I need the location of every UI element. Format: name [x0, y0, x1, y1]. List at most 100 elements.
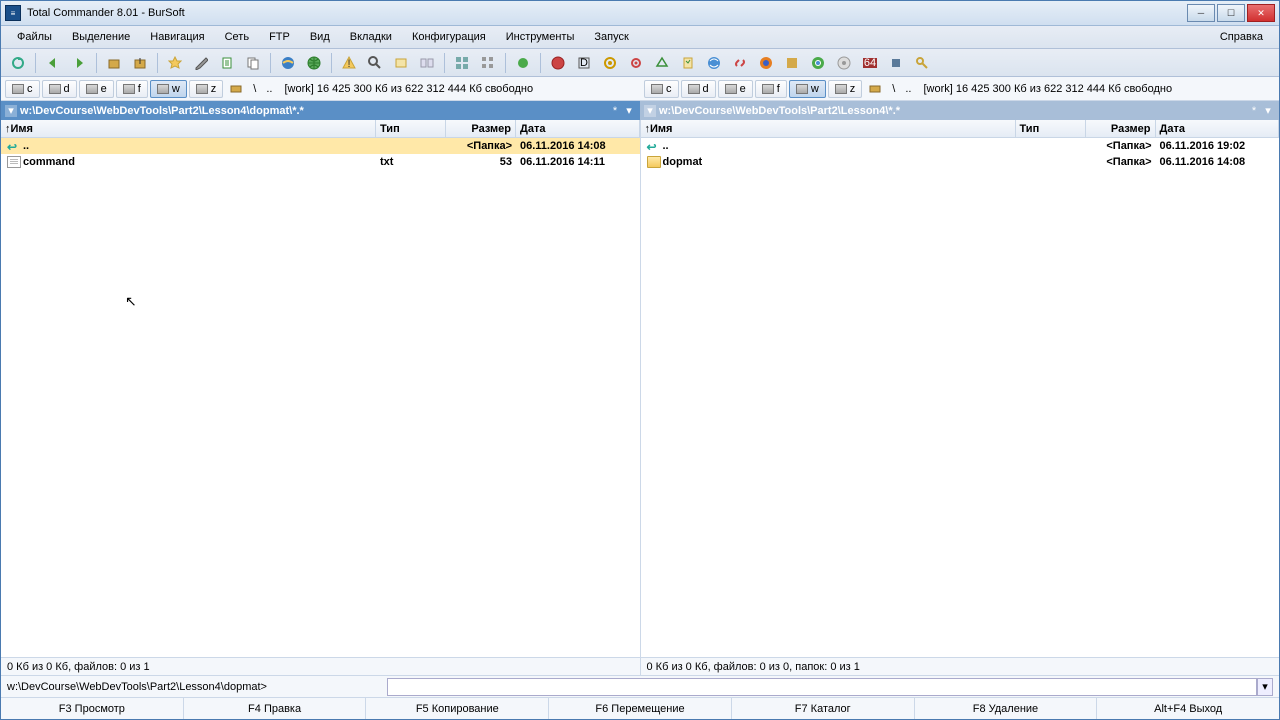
f8-button[interactable]: F8 Удаление: [915, 698, 1098, 719]
disk-icon[interactable]: [833, 52, 855, 74]
path-header-left[interactable]: ▾w:\DevCourse\WebDevTools\Part2\Lesson4\…: [1, 101, 640, 120]
drive-z[interactable]: z: [189, 80, 224, 98]
right-file-list[interactable]: ..<Папка>06.11.2016 19:02dopmat<Папка>06…: [641, 138, 1280, 657]
drive-d[interactable]: d: [42, 80, 77, 98]
f5-button[interactable]: F5 Копирование: [366, 698, 549, 719]
minimize-button[interactable]: ─: [1187, 4, 1215, 22]
close-button[interactable]: ✕: [1247, 4, 1275, 22]
path-header-right[interactable]: ▾w:\DevCourse\WebDevTools\Part2\Lesson4\…: [640, 101, 1279, 120]
menu-ftp[interactable]: FTP: [259, 28, 300, 46]
drive-f[interactable]: f: [116, 80, 148, 98]
col-type-r[interactable]: Тип: [1016, 120, 1086, 137]
ftp-icon[interactable]: [547, 52, 569, 74]
drive-f-r[interactable]: f: [755, 80, 787, 98]
col-type[interactable]: Тип: [376, 120, 446, 137]
target-icon[interactable]: [599, 52, 621, 74]
back-icon[interactable]: [42, 52, 64, 74]
x64-icon[interactable]: 64: [859, 52, 881, 74]
menu-start[interactable]: Запуск: [584, 28, 638, 46]
gear-icon[interactable]: [625, 52, 647, 74]
path-right: w:\DevCourse\WebDevTools\Part2\Lesson4\*…: [659, 105, 1247, 117]
col-date[interactable]: Дата: [516, 120, 640, 137]
col-size-r[interactable]: Размер: [1086, 120, 1156, 137]
d-icon[interactable]: D: [573, 52, 595, 74]
drive-menu-icon[interactable]: [225, 78, 247, 100]
menu-help[interactable]: Справка: [1210, 28, 1273, 46]
path-star-right[interactable]: *: [1247, 105, 1261, 117]
globe-icon[interactable]: [303, 52, 325, 74]
menu-files[interactable]: Файлы: [7, 28, 62, 46]
copy-icon[interactable]: [242, 52, 264, 74]
col-name[interactable]: ↑Имя: [1, 120, 376, 137]
record-icon[interactable]: [512, 52, 534, 74]
drive-e[interactable]: e: [79, 80, 114, 98]
file-row[interactable]: dopmat<Папка>06.11.2016 14:08: [641, 154, 1280, 170]
menu-tools[interactable]: Инструменты: [496, 28, 585, 46]
f6-button[interactable]: F6 Перемещение: [549, 698, 732, 719]
link-icon[interactable]: [729, 52, 751, 74]
path-dropdown-icon[interactable]: ▾: [5, 105, 17, 117]
edit-icon[interactable]: [190, 52, 212, 74]
command-history-icon[interactable]: ▾: [1257, 678, 1273, 696]
col-name-r[interactable]: ↑Имя: [641, 120, 1016, 137]
path-chevron-right[interactable]: ▾: [1261, 104, 1275, 117]
tree-icon[interactable]: [477, 52, 499, 74]
up-icon: [7, 140, 21, 152]
favorite-icon[interactable]: [164, 52, 186, 74]
firefox-icon[interactable]: [755, 52, 777, 74]
menu-navigation[interactable]: Навигация: [140, 28, 214, 46]
menu-view[interactable]: Вид: [300, 28, 340, 46]
drive-bar-right: c d e f w z \.. [work] 16 425 300 Кб из …: [640, 77, 1279, 100]
drive-w-r[interactable]: w: [789, 80, 826, 98]
file-row[interactable]: ..<Папка>06.11.2016 19:02: [641, 138, 1280, 154]
world-icon[interactable]: [703, 52, 725, 74]
sync-icon[interactable]: [416, 52, 438, 74]
svg-text:D: D: [580, 57, 588, 69]
search-icon[interactable]: [364, 52, 386, 74]
drive-c[interactable]: c: [5, 80, 40, 98]
rename-icon[interactable]: [390, 52, 412, 74]
unpack-icon[interactable]: [129, 52, 151, 74]
notepad-icon[interactable]: [216, 52, 238, 74]
drive-menu-icon-r[interactable]: [864, 78, 886, 100]
app-icon-1[interactable]: [781, 52, 803, 74]
drive-w[interactable]: w: [150, 80, 187, 98]
drive-z-r[interactable]: z: [828, 80, 863, 98]
app-icon: ≡: [5, 5, 21, 21]
drive-e-r[interactable]: e: [718, 80, 753, 98]
file-row[interactable]: commandtxt5306.11.2016 14:11: [1, 154, 640, 170]
col-size[interactable]: Размер: [446, 120, 516, 137]
altf4-button[interactable]: Alt+F4 Выход: [1097, 698, 1279, 719]
command-prompt: w:\DevCourse\WebDevTools\Part2\Lesson4\d…: [7, 681, 387, 693]
menu-tabs[interactable]: Вкладки: [340, 28, 402, 46]
path-chevron-left[interactable]: ▾: [622, 104, 636, 117]
f4-button[interactable]: F4 Правка: [184, 698, 367, 719]
menu-config[interactable]: Конфигурация: [402, 28, 496, 46]
drive-bar: c d e f w z \.. [work] 16 425 300 Кб из …: [1, 77, 1279, 101]
thumb-icon[interactable]: [451, 52, 473, 74]
ie-icon[interactable]: [277, 52, 299, 74]
f7-button[interactable]: F7 Каталог: [732, 698, 915, 719]
command-input[interactable]: [387, 678, 1257, 696]
drive-d-r[interactable]: d: [681, 80, 716, 98]
f3-button[interactable]: F3 Просмотр: [1, 698, 184, 719]
chrome-icon[interactable]: [807, 52, 829, 74]
pack-icon[interactable]: [103, 52, 125, 74]
key-icon[interactable]: [911, 52, 933, 74]
refresh-icon[interactable]: [7, 52, 29, 74]
recycle-icon[interactable]: [651, 52, 673, 74]
file-row[interactable]: ..<Папка>06.11.2016 14:08: [1, 138, 640, 154]
document-icon[interactable]: [677, 52, 699, 74]
col-date-r[interactable]: Дата: [1156, 120, 1280, 137]
left-file-list[interactable]: ..<Папка>06.11.2016 14:08commandtxt5306.…: [1, 138, 640, 657]
path-dropdown-icon-r[interactable]: ▾: [644, 105, 656, 117]
titlebar[interactable]: ≡ Total Commander 8.01 - BurSoft ─ ☐ ✕: [1, 1, 1279, 26]
path-star-left[interactable]: *: [608, 105, 622, 117]
puzzle-icon[interactable]: [885, 52, 907, 74]
menu-net[interactable]: Сеть: [215, 28, 259, 46]
menu-selection[interactable]: Выделение: [62, 28, 140, 46]
drive-c-r[interactable]: c: [644, 80, 679, 98]
warning-icon[interactable]: !: [338, 52, 360, 74]
forward-icon[interactable]: [68, 52, 90, 74]
maximize-button[interactable]: ☐: [1217, 4, 1245, 22]
